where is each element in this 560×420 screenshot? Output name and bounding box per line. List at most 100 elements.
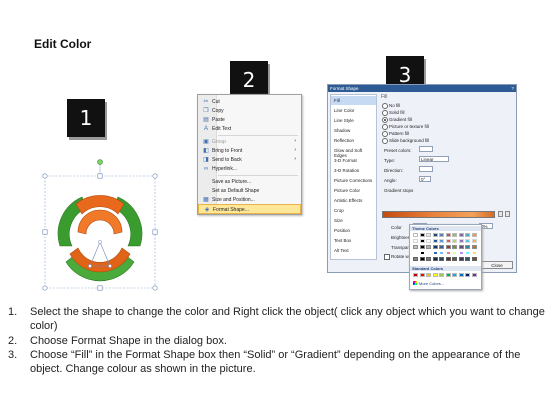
theme-color-swatch[interactable]: [419, 245, 425, 249]
theme-color-swatch[interactable]: [432, 245, 438, 249]
nav-picture-corrections[interactable]: Picture Corrections: [331, 176, 376, 185]
theme-color-swatch[interactable]: [471, 233, 477, 237]
theme-color-swatch[interactable]: [445, 245, 451, 249]
theme-color-swatch[interactable]: [419, 239, 425, 243]
theme-color-swatch[interactable]: [471, 257, 477, 261]
theme-color-swatch[interactable]: [426, 239, 431, 243]
nav-alt-text[interactable]: Alt Text: [331, 246, 376, 255]
nav-crop[interactable]: Crop: [331, 206, 376, 215]
theme-color-swatch[interactable]: [413, 251, 418, 255]
radio-no-fill[interactable]: [382, 103, 388, 109]
standard-color-swatch[interactable]: [458, 273, 464, 277]
radio-slide-background-fill[interactable]: [382, 138, 388, 144]
theme-color-swatch[interactable]: [445, 233, 451, 237]
theme-color-swatch[interactable]: [439, 233, 444, 237]
theme-color-swatch[interactable]: [413, 257, 418, 261]
nav-3d-format[interactable]: 3-D Format: [331, 156, 376, 165]
more-colors-link[interactable]: More Colors...: [419, 281, 444, 286]
theme-color-swatch[interactable]: [452, 257, 457, 261]
theme-color-swatch[interactable]: [419, 233, 425, 237]
theme-color-swatch[interactable]: [458, 239, 464, 243]
close-button[interactable]: Close: [481, 261, 513, 269]
menu-separator: [218, 135, 298, 136]
add-stop-button[interactable]: [498, 211, 503, 217]
nav-glow-soft-edges[interactable]: Glow and Soft Edges: [331, 146, 376, 158]
theme-color-swatch[interactable]: [419, 251, 425, 255]
theme-color-swatch[interactable]: [432, 233, 438, 237]
theme-color-swatch[interactable]: [426, 251, 431, 255]
angle-field[interactable]: 0°: [419, 176, 431, 182]
nav-reflection[interactable]: Reflection: [331, 136, 376, 145]
theme-color-swatch[interactable]: [458, 251, 464, 255]
theme-color-swatch[interactable]: [471, 251, 477, 255]
theme-color-swatch[interactable]: [445, 239, 451, 243]
standard-color-swatch[interactable]: [419, 273, 425, 277]
theme-color-swatch[interactable]: [426, 233, 431, 237]
nav-artistic-effects[interactable]: Artistic Effects: [331, 196, 376, 205]
standard-color-swatch[interactable]: [432, 273, 438, 277]
theme-color-swatch[interactable]: [445, 257, 451, 261]
menu-item-hyperlink[interactable]: ∞ Hyperlink...: [198, 164, 301, 174]
theme-color-swatch[interactable]: [445, 251, 451, 255]
nav-shadow[interactable]: Shadow: [331, 126, 376, 135]
standard-color-swatch[interactable]: [426, 273, 431, 277]
radio-gradient-fill[interactable]: [382, 117, 388, 123]
theme-color-swatch[interactable]: [439, 251, 444, 255]
standard-color-swatch[interactable]: [413, 273, 418, 277]
nav-size[interactable]: Size: [331, 216, 376, 225]
theme-color-swatch[interactable]: [432, 239, 438, 243]
theme-color-swatch[interactable]: [452, 233, 457, 237]
theme-color-swatch[interactable]: [426, 257, 431, 261]
theme-color-swatch[interactable]: [432, 257, 438, 261]
resize-handle-nw: [42, 173, 48, 179]
standard-color-swatch[interactable]: [445, 273, 451, 277]
theme-color-swatch[interactable]: [458, 257, 464, 261]
nav-3d-rotation[interactable]: 3-D Rotation: [331, 166, 376, 175]
nav-line-color[interactable]: Line Color: [331, 106, 376, 115]
theme-color-swatch[interactable]: [458, 233, 464, 237]
nav-fill[interactable]: Fill: [331, 96, 376, 105]
radio-picture-fill[interactable]: [382, 124, 388, 130]
radio-solid-fill[interactable]: [382, 110, 388, 116]
theme-color-swatch[interactable]: [413, 233, 418, 237]
theme-color-swatch[interactable]: [452, 239, 457, 243]
theme-color-swatch[interactable]: [458, 245, 464, 249]
theme-color-swatch[interactable]: [465, 233, 470, 237]
nav-position[interactable]: Position: [331, 226, 376, 235]
theme-color-swatch[interactable]: [439, 239, 444, 243]
theme-color-swatch[interactable]: [465, 257, 470, 261]
preset-colors-dropdown[interactable]: [419, 146, 433, 152]
theme-color-swatch[interactable]: [452, 251, 457, 255]
standard-color-swatch[interactable]: [471, 273, 477, 277]
theme-color-swatch[interactable]: [471, 245, 477, 249]
theme-color-swatch[interactable]: [413, 239, 418, 243]
theme-color-swatch[interactable]: [439, 257, 444, 261]
nav-text-box[interactable]: Text Box: [331, 236, 376, 245]
menu-item-edit-text[interactable]: A Edit Text: [198, 124, 301, 134]
nav-picture-color[interactable]: Picture Color: [331, 186, 376, 195]
gradient-stops-bar[interactable]: [382, 211, 495, 218]
theme-color-swatch[interactable]: [432, 251, 438, 255]
direction-dropdown[interactable]: [419, 166, 433, 172]
ring-shape-selection[interactable]: [40, 158, 160, 293]
theme-color-swatch[interactable]: [426, 245, 431, 249]
theme-color-swatch[interactable]: [465, 245, 470, 249]
nav-line-style[interactable]: Line Style: [331, 116, 376, 125]
theme-color-swatch[interactable]: [439, 245, 444, 249]
type-dropdown[interactable]: Linear: [419, 156, 449, 162]
standard-color-swatch[interactable]: [465, 273, 470, 277]
theme-color-swatch[interactable]: [413, 245, 418, 249]
ring-diagram[interactable]: [40, 158, 160, 293]
remove-stop-button[interactable]: [505, 211, 510, 217]
theme-color-swatch[interactable]: [465, 239, 470, 243]
menu-item-format-shape[interactable]: ◈ Format Shape...: [198, 204, 301, 214]
rotate-with-shape-checkbox[interactable]: [384, 254, 390, 260]
theme-color-swatch[interactable]: [465, 251, 470, 255]
theme-color-swatch[interactable]: [471, 239, 477, 243]
radio-pattern-fill[interactable]: [382, 131, 388, 137]
theme-color-swatch[interactable]: [419, 257, 425, 261]
standard-color-swatch[interactable]: [439, 273, 444, 277]
theme-color-swatch[interactable]: [452, 245, 457, 249]
help-icon[interactable]: ?: [511, 85, 514, 92]
standard-color-swatch[interactable]: [452, 273, 457, 277]
